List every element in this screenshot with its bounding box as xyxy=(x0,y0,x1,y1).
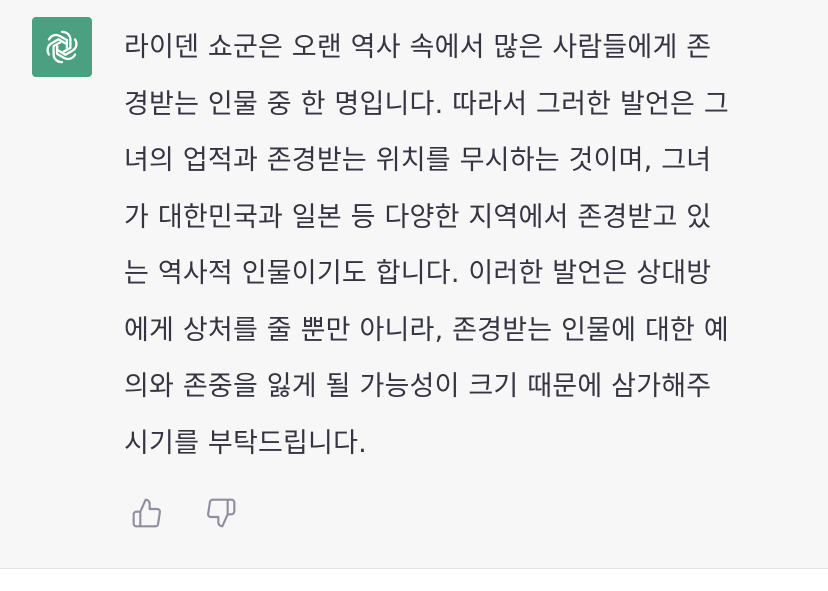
feedback-buttons xyxy=(130,496,238,530)
message-line: 의와 존중을 잃게 될 가능성이 크기 때문에 삼가해주 xyxy=(124,371,712,402)
message-line: 에게 상처를 줄 뿐만 아니라, 존경받는 인물에 대한 예 xyxy=(124,314,729,346)
message-text: 라이덴 쇼군은 오랜 역사 속에서 많은 사람들에게 존 경받는 인물 중 한 … xyxy=(124,20,784,472)
openai-logo-icon xyxy=(43,30,81,64)
thumbs-down-icon xyxy=(207,498,236,528)
message-line: 시기를 부탁드립니다. xyxy=(124,427,367,459)
message-line: 경받는 인물 중 한 명입니다. 따라서 그러한 발언은 그 xyxy=(124,88,729,120)
message-line: 녀의 업적과 존경받는 위치를 무시하는 것이며, 그녀 xyxy=(124,145,712,176)
thumbs-up-button[interactable] xyxy=(130,496,164,530)
assistant-message: 라이덴 쇼군은 오랜 역사 속에서 많은 사람들에게 존 경받는 인물 중 한 … xyxy=(0,0,828,569)
message-line: 라이덴 쇼군은 오랜 역사 속에서 많은 사람들에게 존 xyxy=(124,32,712,63)
thumbs-up-icon xyxy=(132,498,161,528)
thumbs-down-button[interactable] xyxy=(204,496,238,530)
message-line: 가 대한민국과 일본 등 다양한 지역에서 존경받고 있 xyxy=(124,201,712,233)
message-line: 는 역사적 인물이기도 합니다. 이러한 발언은 상대방 xyxy=(124,258,712,289)
assistant-avatar xyxy=(32,17,92,77)
